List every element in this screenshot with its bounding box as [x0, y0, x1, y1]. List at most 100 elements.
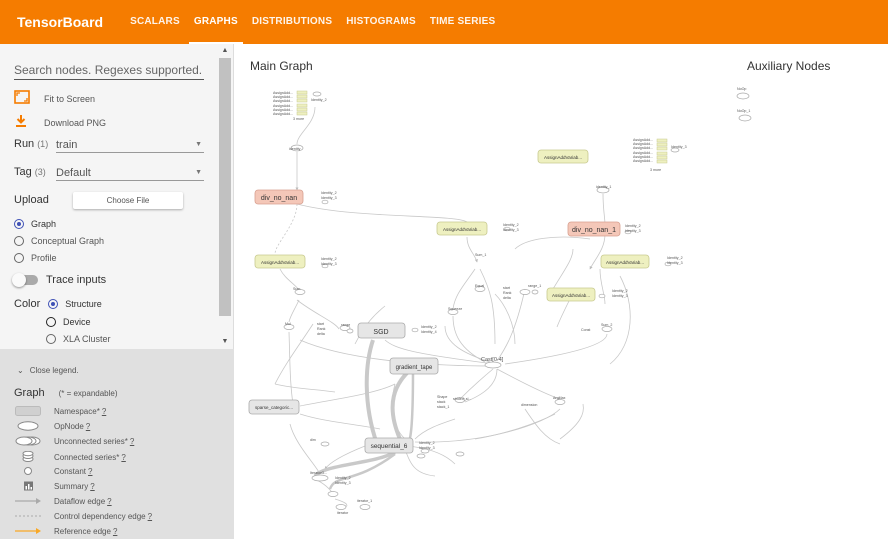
svg-text:iterator: iterator [337, 511, 349, 515]
svg-text:AssignAddVariab...: AssignAddVariab... [606, 260, 644, 265]
legend-control-edge: Control dependency edge? [14, 511, 152, 521]
radio-device-indicator [46, 317, 56, 327]
tab-time-series[interactable]: TIME SERIES [423, 0, 503, 44]
tab-distributions[interactable]: DISTRIBUTIONS [245, 0, 339, 44]
svg-text:ArgMax: ArgMax [553, 396, 566, 400]
scroll-down-icon[interactable]: ▼ [221, 338, 229, 345]
node-assign-a[interactable]: AssignAddVariab... [254, 254, 306, 269]
radio-profile-indicator [14, 253, 24, 263]
trace-inputs-toggle[interactable]: Trace inputs [12, 273, 106, 287]
toggle-switch[interactable] [12, 273, 38, 287]
chevron-down-icon: ▼ [195, 169, 202, 176]
search-input[interactable]: Search nodes. Regexes supported. [14, 60, 204, 80]
svg-text:Sum_2: Sum_2 [601, 323, 612, 327]
svg-text:Identity_2: Identity_2 [321, 191, 337, 195]
help-link[interactable]: ? [121, 453, 125, 462]
tag-select[interactable]: Default ▼ [56, 165, 204, 181]
svg-text:Equal: Equal [475, 284, 484, 288]
svg-text:Identity_2: Identity_2 [335, 476, 351, 480]
assign-list-left[interactable] [296, 90, 308, 116]
color-label: Color [14, 298, 41, 310]
help-link[interactable]: ? [88, 467, 92, 476]
help-link[interactable]: ? [102, 407, 106, 416]
chevron-down-icon: ▼ [195, 141, 202, 148]
svg-text:delta: delta [503, 296, 511, 300]
node-div-no-nan-1[interactable]: div_no_nan_1 [567, 221, 621, 237]
svg-text:Cast[0-4]: Cast[0-4] [481, 357, 504, 363]
close-legend-button[interactable]: ⌄ Close legend. [17, 366, 79, 375]
radio-profile[interactable]: Profile [14, 253, 57, 263]
app-title[interactable]: TensorBoard [17, 14, 103, 30]
radio-conceptual-graph[interactable]: Conceptual Graph [14, 236, 104, 246]
radio-graph-label: Graph [31, 219, 57, 229]
svg-text:div_no_nan: div_no_nan [261, 195, 297, 202]
node-sgd[interactable]: SGD [357, 322, 406, 339]
svg-text:strided_sl...: strided_sl... [453, 397, 471, 401]
help-link[interactable]: ? [107, 497, 111, 506]
run-select[interactable]: train ▼ [56, 137, 204, 153]
svg-text:dimension: dimension [521, 403, 537, 407]
svg-text:Sum_1: Sum_1 [475, 253, 486, 257]
node-assign-c[interactable]: AssignAddVariab... [537, 149, 589, 164]
legend-summary: Summary? [14, 481, 95, 491]
choose-file-button[interactable]: Choose File [73, 192, 183, 209]
node-gradient-tape[interactable]: gradient_tape [389, 357, 439, 375]
svg-text:Identity_3: Identity_3 [503, 228, 519, 232]
node-assign-e[interactable]: AssignAddVariab... [546, 287, 596, 302]
node-sequential[interactable]: sequential_6 [364, 437, 414, 454]
legend-subtitle: (* = expandable) [58, 388, 118, 398]
svg-text:Squeeze: Squeeze [448, 307, 462, 311]
tag-count: (3) [34, 167, 46, 177]
tag-row: Tag (3) [14, 166, 46, 178]
scrollbar-thumb[interactable] [219, 58, 231, 316]
legend-panel: ⌄ Close legend. Graph (* = expandable) N… [0, 349, 234, 539]
svg-text:SGD: SGD [373, 329, 388, 336]
svg-text:Sum: Sum [293, 287, 300, 291]
svg-text:Identity_4: Identity_4 [421, 330, 437, 334]
radio-structure-indicator[interactable] [48, 299, 59, 309]
svg-text:Identity_2: Identity_2 [612, 289, 628, 293]
scroll-up-icon[interactable]: ▲ [221, 47, 229, 54]
legend-unconnected-series: Unconnected series*? [14, 436, 134, 446]
fit-to-screen-button[interactable]: Fit to Screen [14, 90, 95, 107]
svg-text:start: start [503, 286, 510, 290]
assign-list-right[interactable] [656, 138, 668, 164]
radio-device[interactable]: Device [46, 317, 91, 327]
graph-svg[interactable]: div_no_nan div_no_nan_1 AssignAddVariab.… [235, 44, 888, 539]
svg-text:AssignAddVariab...: AssignAddVariab... [552, 293, 590, 298]
radio-graph[interactable]: Graph [14, 219, 56, 229]
graph-op-nodes[interactable] [283, 91, 752, 510]
radio-profile-label: Profile [31, 253, 57, 263]
radio-xla-indicator [46, 334, 56, 344]
svg-text:3 more: 3 more [293, 117, 304, 121]
tab-scalars[interactable]: SCALARS [123, 0, 187, 44]
svg-text:div_no_nan_1: div_no_nan_1 [572, 227, 616, 234]
radio-xla-cluster[interactable]: XLA Cluster [46, 334, 111, 344]
graph-canvas[interactable]: Main Graph Auxiliary Nodes div_no_nan di… [235, 44, 888, 539]
help-link[interactable]: ? [130, 437, 134, 446]
tab-graphs[interactable]: GRAPHS [187, 0, 245, 44]
svg-text:Identity_2: Identity_2 [321, 257, 337, 261]
svg-text:AssignAdd...: AssignAdd... [633, 159, 653, 163]
fit-screen-icon [14, 90, 36, 107]
svg-text:Identity_3: Identity_3 [321, 262, 337, 266]
svg-text:AssignAdd...: AssignAdd... [273, 112, 293, 116]
svg-text:IteratorG...: IteratorG... [310, 471, 327, 475]
svg-text:Identity_2: Identity_2 [625, 224, 641, 228]
svg-text:Identity_2: Identity_2 [421, 325, 437, 329]
download-png-button[interactable]: Download PNG [14, 114, 106, 131]
node-assign-b[interactable]: AssignAddVariab... [436, 221, 488, 236]
help-link[interactable]: ? [113, 527, 117, 536]
namespace-icon [14, 406, 42, 416]
svg-text:Identity_2: Identity_2 [311, 98, 327, 102]
svg-text:Identity_3: Identity_3 [671, 145, 687, 149]
help-link[interactable]: ? [90, 482, 94, 491]
node-sparse-categorical[interactable]: sparse_categoric... [248, 399, 300, 415]
help-link[interactable]: ? [148, 512, 152, 521]
node-assign-d[interactable]: AssignAddVariab... [600, 254, 650, 269]
radio-graph-indicator [14, 219, 24, 229]
help-link[interactable]: ? [86, 422, 90, 431]
tab-histograms[interactable]: HISTOGRAMS [339, 0, 423, 44]
node-div-no-nan[interactable]: div_no_nan [254, 189, 304, 205]
legend-dataflow-edge: Dataflow edge? [14, 496, 112, 506]
